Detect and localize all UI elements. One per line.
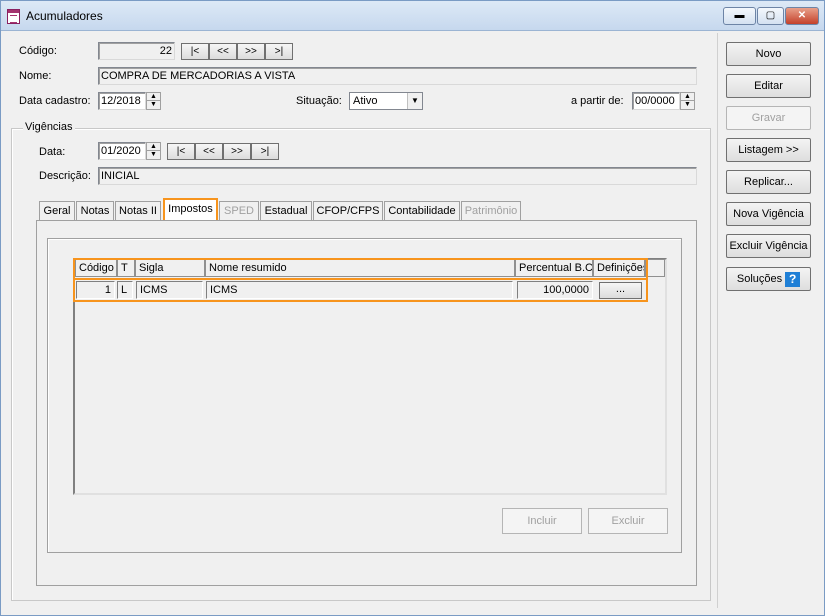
grid-header-sigla[interactable]: Sigla: [135, 259, 205, 277]
grid-cell-codigo[interactable]: 1: [76, 281, 115, 299]
incluir-button[interactable]: Incluir: [502, 508, 582, 534]
nome-field[interactable]: COMPRA DE MERCADORIAS A VISTA: [98, 67, 697, 85]
tab-estadual[interactable]: Estadual: [260, 201, 312, 221]
nova-vigencia-button[interactable]: Nova Vigência: [726, 202, 811, 226]
tab-impostos[interactable]: Impostos: [163, 198, 218, 222]
tab-patrimonio[interactable]: Patrimônio: [461, 201, 521, 221]
a-partir-label: a partir de:: [571, 95, 624, 107]
descricao-label: Descrição:: [39, 170, 91, 182]
data-cadastro-field[interactable]: 12/2018: [98, 92, 146, 110]
situacao-select[interactable]: Ativo ▼: [349, 92, 423, 110]
title-bar: Acumuladores ▬ ▢ ✕: [1, 1, 824, 31]
spin-up-icon[interactable]: ▲: [147, 93, 160, 101]
tab-cfop-cfps[interactable]: CFOP/CFPS: [313, 201, 383, 221]
gravar-button[interactable]: Gravar: [726, 106, 811, 130]
definicoes-button[interactable]: ...: [599, 282, 642, 299]
close-button[interactable]: ✕: [785, 7, 819, 25]
excluir-button[interactable]: Excluir: [588, 508, 668, 534]
first-record-button[interactable]: |<: [181, 43, 209, 60]
window-title: Acumuladores: [26, 9, 103, 23]
excluir-vigencia-button[interactable]: Excluir Vigência: [726, 234, 811, 258]
next-record-button[interactable]: >>: [237, 43, 265, 60]
a-partir-spinner[interactable]: ▲ ▼: [680, 92, 695, 110]
grid-cell-nome-resumido[interactable]: ICMS: [206, 281, 513, 299]
data-cadastro-spinner[interactable]: ▲ ▼: [146, 92, 161, 110]
acumuladores-window: Acumuladores ▬ ▢ ✕ Código: 22 |< << >> >…: [0, 0, 825, 616]
solucoes-button[interactable]: Soluções?: [726, 267, 811, 291]
spin-down-icon[interactable]: ▼: [147, 101, 160, 109]
vigencia-first-button[interactable]: |<: [167, 143, 195, 160]
situacao-label: Situação:: [296, 95, 342, 107]
tab-notas[interactable]: Notas: [76, 201, 114, 221]
tab-notas-ii[interactable]: Notas II: [115, 201, 161, 221]
grid-header-codigo[interactable]: Código: [75, 259, 117, 277]
descricao-field[interactable]: INICIAL: [98, 167, 697, 185]
minimize-button[interactable]: ▬: [723, 7, 756, 25]
vigencia-prev-button[interactable]: <<: [195, 143, 223, 160]
data-cadastro-label: Data cadastro:: [19, 95, 91, 107]
spin-down-icon[interactable]: ▼: [147, 151, 160, 159]
codigo-label: Código:: [19, 45, 57, 57]
grid-header-percentual[interactable]: Percentual B.C.: [515, 259, 593, 277]
tab-geral[interactable]: Geral: [39, 201, 75, 221]
editar-button[interactable]: Editar: [726, 74, 811, 98]
vigencia-next-button[interactable]: >>: [223, 143, 251, 160]
vigencia-data-spinner[interactable]: ▲ ▼: [146, 142, 161, 160]
vigencia-data-label: Data:: [39, 146, 66, 158]
tab-sped[interactable]: SPED: [219, 201, 259, 221]
grid-header-nome-resumido[interactable]: Nome resumido: [205, 259, 515, 277]
grid-header-definicoes[interactable]: Definições: [593, 259, 645, 277]
prev-record-button[interactable]: <<: [209, 43, 237, 60]
tab-contabilidade[interactable]: Contabilidade: [384, 201, 460, 221]
document-icon: [7, 9, 20, 24]
replicar-button[interactable]: Replicar...: [726, 170, 811, 194]
spin-down-icon[interactable]: ▼: [681, 101, 694, 109]
grid-header-t[interactable]: T: [117, 259, 135, 277]
nome-label: Nome:: [19, 70, 52, 82]
novo-button[interactable]: Novo: [726, 42, 811, 66]
chevron-down-icon[interactable]: ▼: [407, 93, 422, 109]
grid-cell-t[interactable]: L: [117, 281, 133, 299]
situacao-value: Ativo: [353, 95, 378, 107]
last-record-button[interactable]: >|: [265, 43, 293, 60]
grid-header-spacer: [645, 259, 665, 277]
spin-up-icon[interactable]: ▲: [681, 93, 694, 101]
vigencia-data-field[interactable]: 01/2020: [98, 142, 146, 160]
vertical-separator: [717, 33, 718, 608]
solucoes-label: Soluções: [736, 273, 783, 285]
question-icon: ?: [785, 271, 801, 287]
codigo-field[interactable]: 22: [98, 42, 175, 60]
grid-cell-percentual[interactable]: 100,0000: [517, 281, 593, 299]
spin-up-icon[interactable]: ▲: [147, 143, 160, 151]
maximize-button[interactable]: ▢: [757, 7, 784, 25]
listagem-button[interactable]: Listagem >>: [726, 138, 811, 162]
grid-cell-sigla[interactable]: ICMS: [136, 281, 203, 299]
vigencias-group-label: Vigências: [23, 121, 75, 133]
a-partir-field[interactable]: 00/0000: [632, 92, 680, 110]
vigencia-last-button[interactable]: >|: [251, 143, 279, 160]
